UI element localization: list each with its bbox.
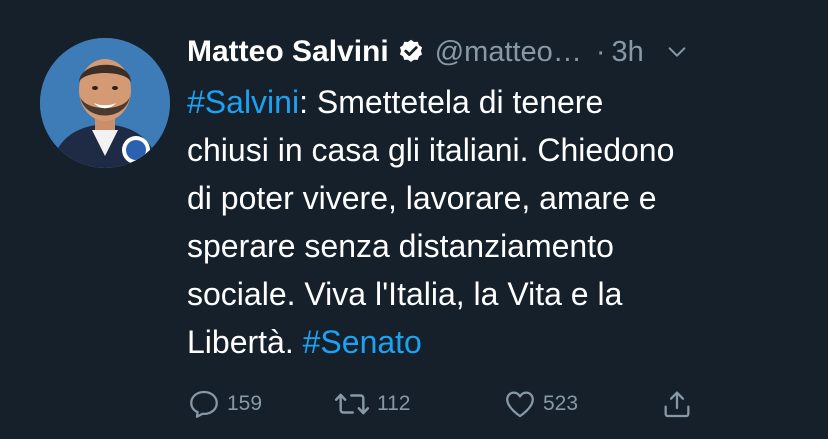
- retweet-count: 112: [377, 392, 411, 415]
- share-button[interactable]: [661, 386, 699, 422]
- reply-count: 159: [227, 392, 263, 415]
- verified-badge-icon: [397, 38, 425, 66]
- tweet[interactable]: Matteo Salvini @matteo… · 3h #Salvini: S…: [0, 0, 828, 439]
- retweet-button[interactable]: 112: [333, 386, 410, 422]
- tweet-body-line: chiusi in casa gli italiani. Chiedono: [187, 132, 675, 168]
- share-icon: [664, 391, 690, 418]
- retweet-icon: [334, 393, 370, 415]
- avatar[interactable]: [40, 38, 170, 168]
- chevron-down-icon[interactable]: [666, 41, 688, 63]
- tweet-body: #Salvini: Smettetela di tenere chiusi in…: [187, 78, 797, 366]
- tweet-content: Matteo Salvini @matteo… · 3h #Salvini: S…: [187, 30, 797, 366]
- reply-button[interactable]: 159: [187, 386, 262, 422]
- avatar-image: [40, 38, 170, 168]
- author-handle[interactable]: @matteo…: [435, 36, 582, 69]
- separator-dot: ·: [595, 35, 606, 68]
- tweet-time[interactable]: 3h: [612, 36, 644, 69]
- tweet-body-line: di poter vivere, lavorare, amare e: [187, 180, 657, 216]
- author-name[interactable]: Matteo Salvini: [187, 35, 389, 69]
- hashtag-senato[interactable]: #Senato: [303, 324, 422, 360]
- tweet-header: Matteo Salvini @matteo… · 3h: [187, 30, 797, 74]
- reply-icon: [190, 390, 218, 418]
- tweet-text: Libertà.: [187, 324, 303, 360]
- tweet-body-line: sperare senza distanziamento: [187, 228, 614, 264]
- tweet-text: : Smettetela di tenere: [299, 84, 604, 120]
- tweet-actions: 159 112 523: [187, 386, 707, 422]
- hashtag-salvini[interactable]: #Salvini: [187, 84, 299, 120]
- tweet-body-line: sociale. Viva l'Italia, la Vita e la: [187, 276, 623, 312]
- like-count: 523: [543, 392, 579, 415]
- tweet-body-line: #Salvini: Smettetela di tenere: [187, 78, 797, 126]
- tweet-body-line: Libertà. #Senato: [187, 318, 797, 366]
- heart-icon: [506, 391, 534, 418]
- like-button[interactable]: 523: [503, 386, 578, 422]
